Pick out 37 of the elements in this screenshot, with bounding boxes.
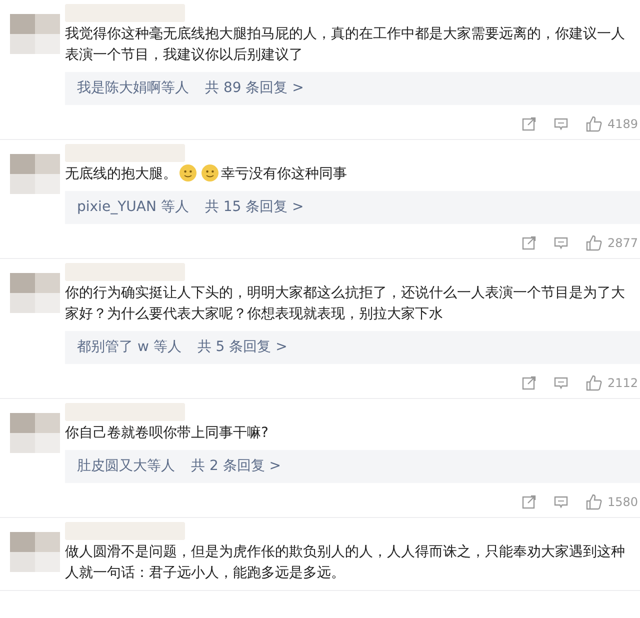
thumbs-up-icon[interactable] [585, 234, 604, 252]
comment-text: 无底线的抱大腿。 [65, 166, 177, 182]
smiley-emoji-icon [179, 164, 197, 182]
blurred-avatar [10, 14, 60, 54]
comment-icon[interactable] [553, 494, 570, 510]
like-count: 2112 [607, 375, 638, 392]
blurred-avatar [10, 273, 60, 313]
like-count: 1580 [607, 494, 638, 511]
comment-text: 你自己卷就卷呗你带上同事干嘛? [65, 425, 268, 441]
share-icon[interactable] [521, 494, 538, 510]
comment-text: 做人圆滑不是问题，但是为虎作伥的欺负别人的人，人人得而诛之，只能奉劝大家遇到这种人就一句话：君子远小人，能跑多远是多远。 [65, 544, 625, 581]
thumbs-up-icon[interactable] [585, 374, 604, 392]
reply-count-link[interactable]: 共 89 条回复 > [205, 80, 304, 96]
blurred-avatar [10, 413, 60, 453]
comment-text: 你的行为确实挺让人下头的，明明大家都这么抗拒了，还说什么一人表演一个节目是为了大家好？为什么要代表大家呢？你想表现就表现，别拉大家下水 [65, 285, 625, 322]
share-icon[interactable] [521, 235, 538, 251]
comment-icon[interactable] [553, 375, 570, 391]
thumbs-up-icon[interactable] [585, 493, 604, 511]
reply-count-link[interactable]: 共 2 条回复 > [191, 458, 281, 474]
comment-icon[interactable] [553, 116, 570, 132]
like-count: 4189 [607, 116, 638, 133]
comment-icon[interactable] [553, 235, 570, 251]
comment-text: 幸亏没有你这种同事 [221, 166, 347, 182]
reply-count-link[interactable]: 共 5 条回复 > [197, 339, 288, 355]
thumbs-up-icon[interactable] [585, 115, 604, 133]
share-icon[interactable] [521, 375, 538, 391]
reply-count-link[interactable]: 共 15 条回复 > [204, 199, 304, 215]
reply-users[interactable]: 肚皮圆又大等人 [77, 458, 175, 474]
comment-text: 我觉得你这种毫无底线抱大腿拍马屁的人，真的在工作中都是大家需要远离的，你建议一人表演一个节目，我建议你以后别建议了 [65, 26, 625, 63]
reply-users[interactable]: 都别管了 w 等人 [77, 339, 182, 355]
smiley-emoji-icon [201, 164, 219, 182]
like-count: 2877 [607, 235, 638, 252]
reply-users[interactable]: 我是陈大娟啊等人 [77, 80, 189, 96]
blurred-avatar [10, 154, 60, 194]
share-icon[interactable] [521, 116, 538, 132]
reply-users[interactable]: pixie_YUAN 等人 [77, 199, 189, 215]
blurred-avatar [10, 532, 60, 572]
